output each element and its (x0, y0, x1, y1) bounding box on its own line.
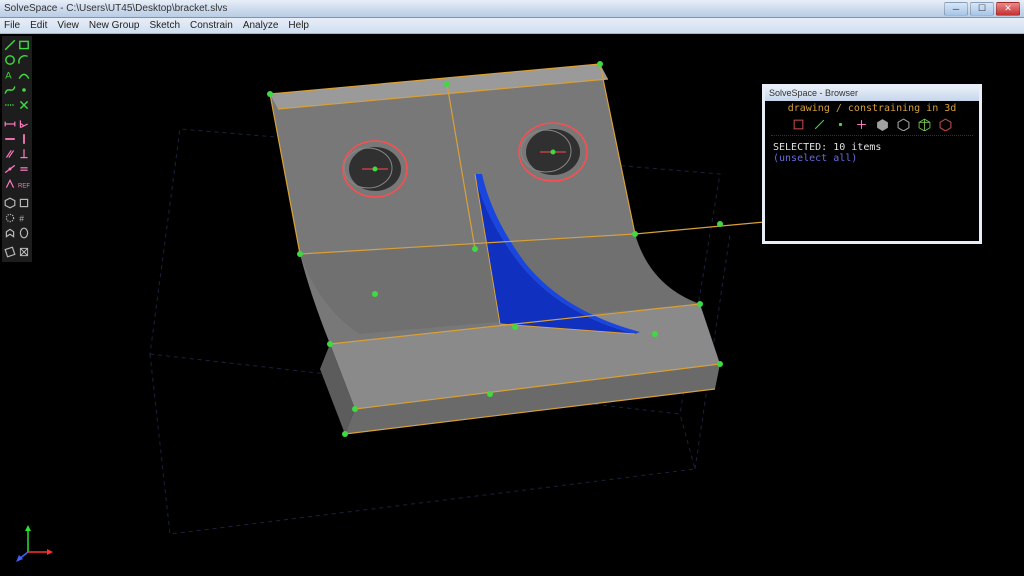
constraints-icon[interactable] (855, 118, 868, 131)
rectangle-tool[interactable] (18, 38, 30, 51)
toolbar: A REF # (2, 36, 32, 262)
bezier-tool[interactable] (4, 83, 16, 96)
menu-edit[interactable]: Edit (30, 20, 47, 31)
line-tool[interactable] (4, 38, 16, 51)
lathe-tool[interactable] (18, 226, 30, 239)
browser-title: SolveSpace - Browser (765, 87, 979, 101)
selected-line: SELECTED: 10 items (773, 142, 971, 153)
mesh-icon[interactable] (939, 118, 952, 131)
menu-constrain[interactable]: Constrain (190, 20, 233, 31)
window-controls: ─ ☐ ✕ (944, 2, 1020, 16)
horizontal-con[interactable] (4, 132, 16, 145)
points-icon[interactable] (834, 118, 847, 131)
arc-tool[interactable] (18, 53, 30, 66)
menubar: File Edit View New Group Sketch Constrai… (0, 18, 1024, 34)
vertical-con[interactable] (18, 132, 30, 145)
equal-con[interactable] (18, 162, 30, 175)
angle-dim[interactable] (18, 117, 30, 130)
svg-text:REF: REF (18, 183, 30, 189)
tangent-arc-tool[interactable] (18, 68, 30, 81)
selected-label: SELECTED: (773, 142, 827, 153)
nearest-iso[interactable] (4, 196, 16, 209)
ref-dim[interactable]: REF (18, 177, 30, 190)
window-title: SolveSpace - C:\Users\UT45\Desktop\brack… (4, 3, 944, 14)
show-hidden[interactable] (4, 211, 16, 224)
axis-gizmo (14, 522, 54, 562)
browser-icon-row (771, 116, 973, 136)
sketch-in-plane[interactable] (4, 245, 16, 258)
circle-tool[interactable] (4, 53, 16, 66)
distance-dim[interactable] (4, 117, 16, 130)
unselect-all-link[interactable]: (unselect all) (773, 153, 971, 164)
point-tool[interactable] (18, 83, 30, 96)
menu-new-group[interactable]: New Group (89, 20, 140, 31)
same-orientation-con[interactable] (4, 177, 16, 190)
browser-body: SELECTED: 10 items (unselect all) (765, 136, 979, 170)
svg-text:#: # (19, 213, 24, 223)
normals-icon[interactable] (813, 118, 826, 131)
dim-units[interactable]: # (18, 211, 30, 224)
menu-sketch[interactable]: Sketch (149, 20, 180, 31)
menu-file[interactable]: File (4, 20, 20, 31)
titlebar: SolveSpace - C:\Users\UT45\Desktop\brack… (0, 0, 1024, 18)
menu-analyze[interactable]: Analyze (243, 20, 279, 31)
minimize-button[interactable]: ─ (944, 2, 968, 16)
close-button[interactable]: ✕ (996, 2, 1020, 16)
maximize-button[interactable]: ☐ (970, 2, 994, 16)
parallel-con[interactable] (4, 147, 16, 160)
perpendicular-con[interactable] (18, 147, 30, 160)
browser-header: drawing / constraining in 3d (765, 101, 979, 116)
extrude-tool[interactable] (4, 226, 16, 239)
menu-help[interactable]: Help (288, 20, 309, 31)
faces-icon[interactable] (897, 118, 910, 131)
nearest-ortho[interactable] (18, 196, 30, 209)
sketch-in-3d[interactable] (18, 245, 30, 258)
edges-icon[interactable] (918, 118, 931, 131)
svg-text:A: A (5, 70, 12, 80)
selected-count: 10 items (833, 142, 881, 153)
menu-view[interactable]: View (57, 20, 79, 31)
browser-window[interactable]: SolveSpace - Browser drawing / constrain… (762, 84, 982, 244)
split-tool[interactable] (18, 98, 30, 111)
text-tool[interactable]: A (4, 68, 16, 81)
coincident-con[interactable] (4, 162, 16, 175)
construction-tool[interactable] (4, 98, 16, 111)
shaded-icon[interactable] (876, 118, 889, 131)
workplane-icon[interactable] (792, 118, 805, 131)
